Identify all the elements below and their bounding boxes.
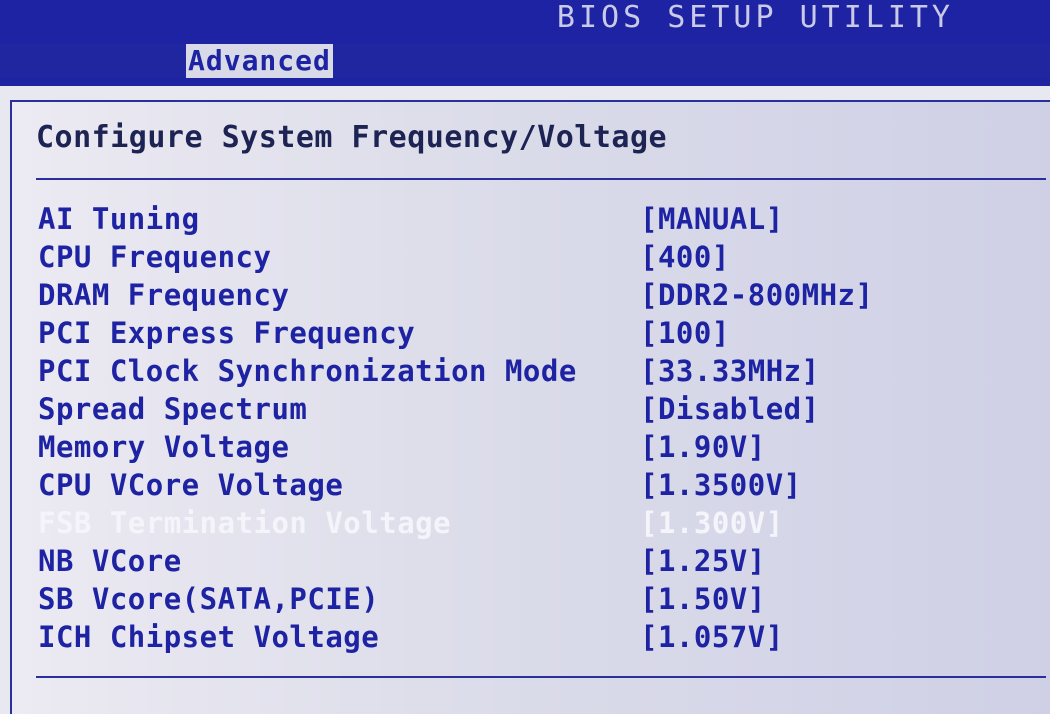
- setting-value[interactable]: [1.90V]: [640, 428, 766, 466]
- setting-label: ICH Chipset Voltage: [38, 620, 380, 654]
- tab-strip: Advanced: [0, 44, 1050, 78]
- setting-label: CPU Frequency: [38, 240, 272, 274]
- setting-value[interactable]: [100]: [640, 314, 730, 352]
- setting-value[interactable]: [Disabled]: [640, 390, 820, 428]
- setting-row-pci-express-frequency[interactable]: PCI Express Frequency [100]: [38, 314, 1038, 352]
- setting-value[interactable]: [400]: [640, 238, 730, 276]
- setting-row-pci-clock-sync-mode[interactable]: PCI Clock Synchronization Mode [33.33MHz…: [38, 352, 1038, 390]
- setting-label: NB VCore: [38, 544, 182, 578]
- setting-row-cpu-frequency[interactable]: CPU Frequency [400]: [38, 238, 1038, 276]
- setting-row-spread-spectrum[interactable]: Spread Spectrum [Disabled]: [38, 390, 1038, 428]
- setting-label: CPU VCore Voltage: [38, 468, 344, 502]
- tab-advanced[interactable]: Advanced: [186, 44, 333, 78]
- setting-label: Spread Spectrum: [38, 392, 308, 426]
- setting-value[interactable]: [MANUAL]: [640, 200, 784, 238]
- settings-panel-inner: Configure System Frequency/Voltage AI Tu…: [10, 100, 1050, 714]
- setting-value[interactable]: [1.3500V]: [640, 466, 802, 504]
- bios-screen: BIOS SETUP UTILITY Advanced Configure Sy…: [0, 0, 1050, 714]
- setting-value[interactable]: [1.057V]: [640, 618, 784, 656]
- setting-label: DRAM Frequency: [38, 278, 290, 312]
- setting-row-fsb-termination-voltage[interactable]: FSB Termination Voltage [1.300V]: [38, 504, 1038, 542]
- setting-label: SB Vcore(SATA,PCIE): [38, 582, 380, 616]
- divider-top: [36, 178, 1046, 180]
- setting-row-dram-frequency[interactable]: DRAM Frequency [DDR2-800MHz]: [38, 276, 1038, 314]
- setting-row-memory-voltage[interactable]: Memory Voltage [1.90V]: [38, 428, 1038, 466]
- setting-label: Memory Voltage: [38, 430, 290, 464]
- setting-label: FSB Termination Voltage: [38, 506, 452, 540]
- setting-value[interactable]: [1.300V]: [640, 504, 784, 542]
- setting-label: AI Tuning: [38, 202, 200, 236]
- divider-bottom: [36, 676, 1046, 678]
- settings-list: AI Tuning [MANUAL] CPU Frequency [400] D…: [38, 200, 1038, 656]
- setting-row-ich-chipset-voltage[interactable]: ICH Chipset Voltage [1.057V]: [38, 618, 1038, 656]
- title-bar: BIOS SETUP UTILITY: [0, 0, 1050, 46]
- setting-value[interactable]: [1.50V]: [640, 580, 766, 618]
- setting-label: PCI Express Frequency: [38, 316, 416, 350]
- setting-row-cpu-vcore-voltage[interactable]: CPU VCore Voltage [1.3500V]: [38, 466, 1038, 504]
- setting-row-ai-tuning[interactable]: AI Tuning [MANUAL]: [38, 200, 1038, 238]
- page-title: Configure System Frequency/Voltage: [36, 120, 668, 155]
- setting-value[interactable]: [33.33MHz]: [640, 352, 820, 390]
- setting-label: PCI Clock Synchronization Mode: [38, 354, 577, 388]
- setting-row-nb-vcore[interactable]: NB VCore [1.25V]: [38, 542, 1038, 580]
- setting-value[interactable]: [1.25V]: [640, 542, 766, 580]
- settings-panel: Configure System Frequency/Voltage AI Tu…: [0, 86, 1050, 714]
- setting-value[interactable]: [DDR2-800MHz]: [640, 276, 873, 314]
- setting-row-sb-vcore[interactable]: SB Vcore(SATA,PCIE) [1.50V]: [38, 580, 1038, 618]
- bios-title: BIOS SETUP UTILITY: [556, 0, 954, 35]
